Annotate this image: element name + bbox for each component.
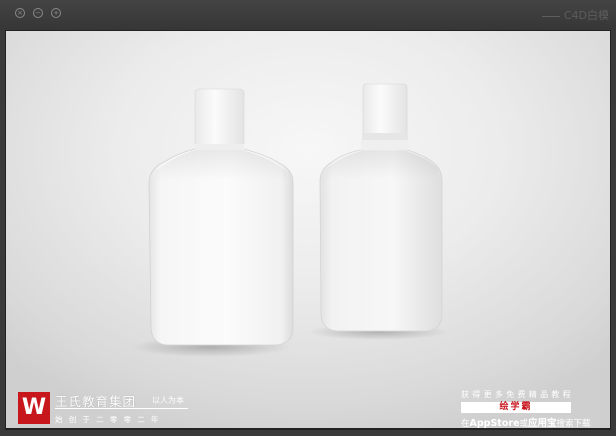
promo-tagline: 获得更多免费精品教程 <box>461 390 574 399</box>
bottle-right-cap-ring <box>362 133 408 140</box>
appstore-label: AppStore <box>469 418 520 428</box>
render-scene <box>131 83 448 357</box>
window-title-text: C4D白模 <box>563 9 609 22</box>
yingyongbao-label: 应用宝 <box>528 418 557 428</box>
brand-since: 始创于二零零二年 <box>55 415 165 424</box>
maximize-icon: + <box>53 9 59 17</box>
bottle-right-cap <box>362 83 408 136</box>
brand-logo-text: W <box>21 395 47 420</box>
close-icon: × <box>17 9 23 17</box>
brand-logo: W <box>18 392 50 424</box>
bottle-left <box>148 88 294 346</box>
bottle-left-cap <box>194 88 245 148</box>
promo-app-name: 绘学霸 <box>461 402 571 413</box>
brand-motto: 以人为本 <box>152 396 184 405</box>
minimize-button[interactable]: − <box>33 8 43 18</box>
viewport-frame: W 王氏教育集团 以人为本 始创于二零零二年 获得更多免费精品教程 绘学霸 在A… <box>5 30 611 430</box>
window-title: C4D白模 <box>541 7 609 23</box>
close-button[interactable]: × <box>15 8 25 18</box>
maximize-button[interactable]: + <box>51 8 61 18</box>
title-bar: × − + C4D白模 <box>0 0 616 30</box>
minimize-icon: − <box>35 9 41 17</box>
brand-divider <box>55 408 188 409</box>
promo-download-hint: 在AppStore或应用宝搜索下载 <box>461 418 591 428</box>
bottle-right <box>319 83 443 332</box>
render-viewport: W 王氏教育集团 以人为本 始创于二零零二年 获得更多免费精品教程 绘学霸 在A… <box>6 31 610 428</box>
